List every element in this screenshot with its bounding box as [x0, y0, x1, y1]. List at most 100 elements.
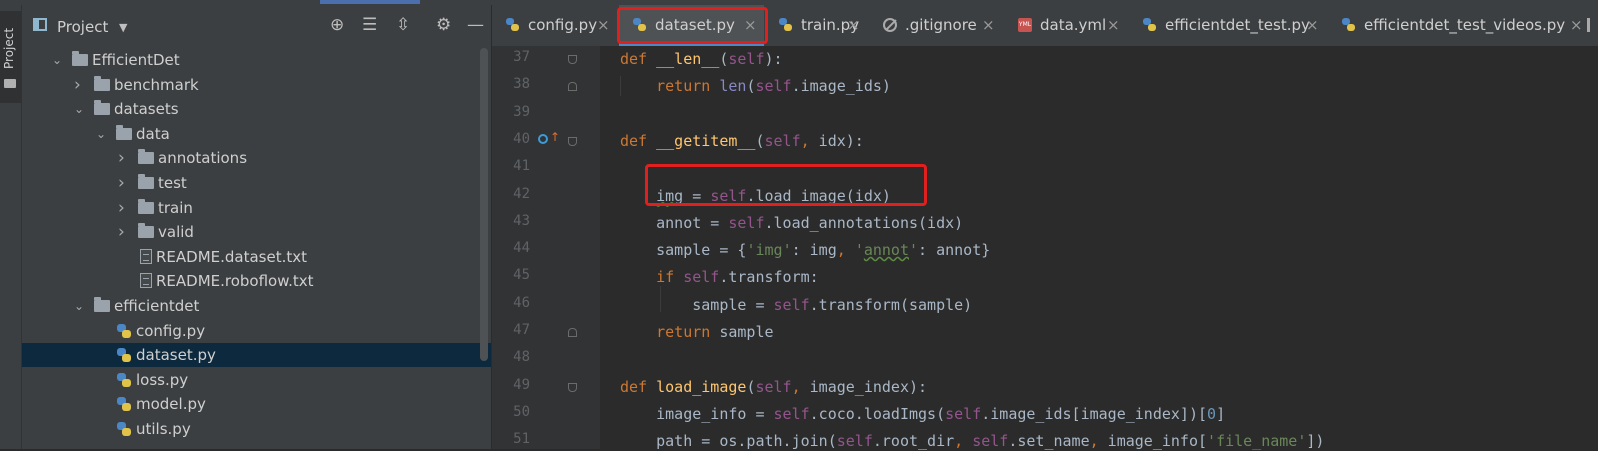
- line-number: 49: [513, 376, 530, 393]
- code-line[interactable]: def __len__(self):: [620, 49, 783, 69]
- folder-icon: [138, 223, 154, 239]
- python-file-icon: [116, 372, 132, 388]
- code-line[interactable]: return sample: [620, 322, 773, 342]
- close-icon[interactable]: ×: [597, 5, 610, 46]
- line-number: 43: [513, 212, 530, 229]
- editor-tab[interactable]: train.py ×: [765, 5, 867, 46]
- code-line[interactable]: def load_image(self, image_index):: [620, 377, 927, 397]
- line-number: 39: [513, 103, 530, 120]
- tool-window-stripe: Project: [0, 5, 22, 449]
- gitignore-icon: [883, 18, 897, 32]
- editor-tab[interactable]: efficientdet_test.py ×: [1129, 5, 1326, 46]
- folder-icon: [116, 124, 132, 140]
- gear-icon[interactable]: ⚙: [436, 17, 451, 34]
- minimize-icon[interactable]: —: [467, 17, 484, 34]
- tree-item-label: utils.py: [136, 420, 191, 438]
- tree-item[interactable]: › valid: [22, 220, 491, 244]
- tree-item[interactable]: ⌄ data: [22, 122, 491, 146]
- tree-item-label: dataset.py: [136, 346, 216, 365]
- project-title[interactable]: Project: [57, 18, 108, 36]
- python-file-icon: [116, 396, 132, 412]
- close-icon[interactable]: ×: [982, 5, 995, 46]
- editor-tab-label: config.py: [528, 16, 598, 34]
- tree-item[interactable]: ⌄ EfficientDet: [22, 48, 491, 72]
- editor-tab[interactable]: YML data.yml ×: [1004, 5, 1127, 46]
- folder-icon: [138, 174, 154, 189]
- chevron-right-icon[interactable]: ›: [74, 73, 86, 97]
- chevron-right-icon[interactable]: ›: [118, 196, 130, 220]
- code-line[interactable]: sample = {'img': img, 'annot': annot}: [620, 240, 990, 260]
- tree-item[interactable]: ⌄ datasets: [22, 97, 491, 121]
- tree-item[interactable]: › train: [22, 196, 491, 220]
- tree-item[interactable]: › test: [22, 171, 491, 195]
- line-number: 37: [513, 49, 530, 65]
- code-line[interactable]: path = os.path.join(self.root_dir, self.…: [620, 431, 1324, 451]
- close-icon[interactable]: ×: [847, 5, 860, 46]
- python-icon: [1143, 18, 1157, 32]
- chevron-right-icon[interactable]: ›: [118, 220, 130, 244]
- tree-item[interactable]: ⌄ efficientdet: [22, 294, 491, 318]
- locate-icon[interactable]: ⊕: [330, 17, 344, 34]
- chevron-right-icon[interactable]: ›: [118, 171, 130, 195]
- project-scrollbar[interactable]: [480, 48, 488, 361]
- tree-item[interactable]: › benchmark: [22, 73, 491, 97]
- tree-item[interactable]: model.py: [22, 392, 491, 416]
- tree-item[interactable]: config.py: [22, 319, 491, 343]
- tree-item-label: loss.py: [136, 370, 189, 389]
- tree-item[interactable]: loss.py: [22, 368, 491, 392]
- breadcrumb-highlight: [320, 0, 420, 4]
- folder-icon: [138, 149, 154, 165]
- code-line[interactable]: return len(self.image_ids): [620, 76, 891, 96]
- tree-item[interactable]: utils.py: [22, 417, 491, 441]
- code-line[interactable]: sample = self.transform(sample): [620, 295, 972, 315]
- indent-guide: [620, 76, 621, 96]
- editor-tab[interactable]: config.py ×: [492, 5, 617, 46]
- editor-tab[interactable]: .gitignore ×: [869, 5, 1002, 46]
- tree-item-label: efficientdet: [114, 297, 200, 315]
- chevron-down-icon[interactable]: ⌄: [52, 48, 64, 72]
- text-file-icon: [140, 273, 152, 289]
- python-file-icon: [116, 347, 132, 363]
- editor-tab-label: efficientdet_test.py: [1165, 16, 1310, 34]
- tree-item-label: datasets: [114, 100, 179, 119]
- folder-icon: [94, 297, 110, 312]
- line-number: 46: [513, 294, 530, 311]
- line-number: 45: [513, 267, 530, 284]
- fold-marker-icon[interactable]: [568, 55, 577, 64]
- python-icon: [779, 18, 793, 32]
- collapse-all-icon[interactable]: ⇳: [396, 17, 410, 34]
- tree-item-label: model.py: [136, 395, 206, 414]
- code-line[interactable]: def __getitem__(self, idx):: [620, 131, 864, 151]
- chevron-down-icon[interactable]: ⌄: [74, 294, 86, 318]
- code-editor[interactable]: ↑ 37 38 39 40 41 42 43 44 45 46 47 48 49 50 51 def __l…: [492, 46, 1598, 451]
- chevron-right-icon[interactable]: ›: [118, 146, 130, 170]
- close-icon[interactable]: ×: [1306, 5, 1319, 46]
- tree-item[interactable]: dataset.py: [22, 343, 491, 368]
- fold-marker-icon[interactable]: [568, 328, 577, 337]
- python-file-icon: [116, 421, 132, 437]
- tree-item[interactable]: README.dataset.txt: [22, 245, 491, 269]
- chevron-down-icon[interactable]: ▼: [119, 21, 127, 34]
- code-line[interactable]: image_info = self.coco.loadImgs(self.ima…: [620, 404, 1225, 424]
- close-icon[interactable]: ×: [1570, 5, 1583, 46]
- fold-marker-icon[interactable]: [568, 136, 577, 146]
- code-line[interactable]: annot = self.load_annotations(idx): [620, 213, 963, 233]
- chevron-down-icon[interactable]: ⌄: [96, 122, 108, 146]
- tree-item[interactable]: README.roboflow.txt: [22, 269, 491, 293]
- folder-icon: [138, 198, 154, 214]
- tree-item[interactable]: › annotations: [22, 146, 491, 170]
- editor-tab-label: data.yml: [1040, 16, 1107, 34]
- fold-marker-icon[interactable]: [568, 82, 577, 92]
- close-icon[interactable]: ×: [1107, 5, 1120, 46]
- editor-tab[interactable]: efficientdet_test_videos.py ×: [1328, 5, 1590, 46]
- tree-item-label: annotations: [158, 149, 248, 168]
- line-number: 41: [513, 158, 530, 175]
- fold-marker-icon[interactable]: [568, 382, 577, 392]
- tree-item-label: EfficientDet: [92, 51, 180, 69]
- chevron-down-icon[interactable]: ⌄: [74, 97, 86, 121]
- expand-all-icon[interactable]: ☰: [362, 17, 377, 34]
- project-stripe-button[interactable]: Project: [0, 11, 21, 103]
- python-icon: [1342, 18, 1356, 32]
- editor-tab-label: .gitignore: [905, 16, 977, 34]
- code-line[interactable]: if self.transform:: [620, 267, 819, 287]
